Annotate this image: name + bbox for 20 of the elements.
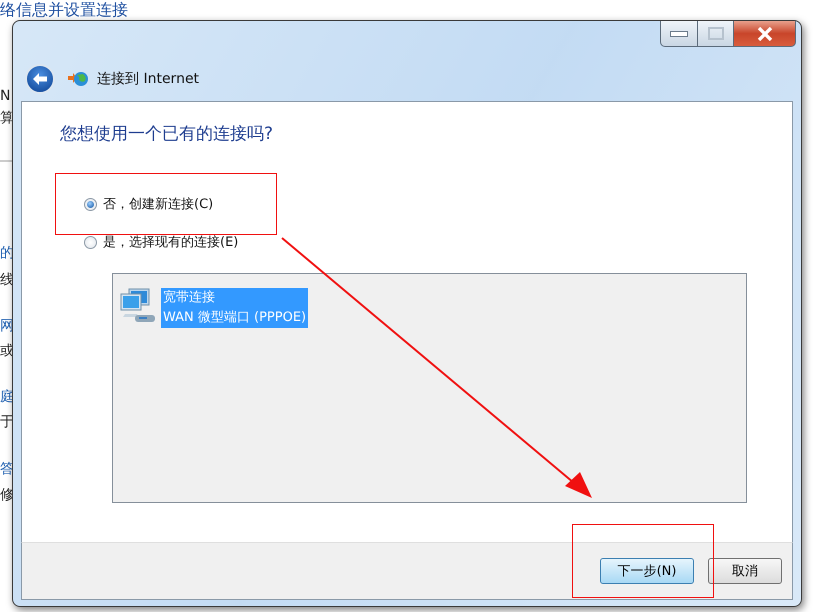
back-arrow-icon	[32, 72, 48, 86]
maximize-button[interactable]	[698, 21, 734, 47]
network-globe-icon	[67, 70, 89, 88]
background-text: 庭	[0, 388, 14, 406]
dialog-button[interactable]: 下一步(N)	[600, 558, 694, 584]
network-computers-icon	[119, 288, 157, 324]
dialog-button[interactable]: 取消	[708, 558, 782, 584]
window-title: 连接到 Internet	[97, 70, 200, 88]
background-text: 修	[0, 486, 14, 504]
minimize-button[interactable]	[660, 21, 698, 47]
back-button[interactable]	[25, 64, 55, 94]
close-button[interactable]	[734, 21, 796, 47]
dialog-heading: 您想使用一个已有的连接吗?	[60, 123, 274, 145]
radio-option[interactable]: 否，创建新连接(C)	[84, 195, 792, 213]
background-text: 答	[0, 460, 14, 478]
radio-option[interactable]: 是，选择现有的连接(E)	[84, 233, 792, 251]
background-text: 于	[0, 413, 14, 431]
background-text: 算	[0, 109, 14, 127]
background-text: N	[0, 88, 10, 104]
background-heading: 络信息并设置连接	[0, 0, 128, 19]
